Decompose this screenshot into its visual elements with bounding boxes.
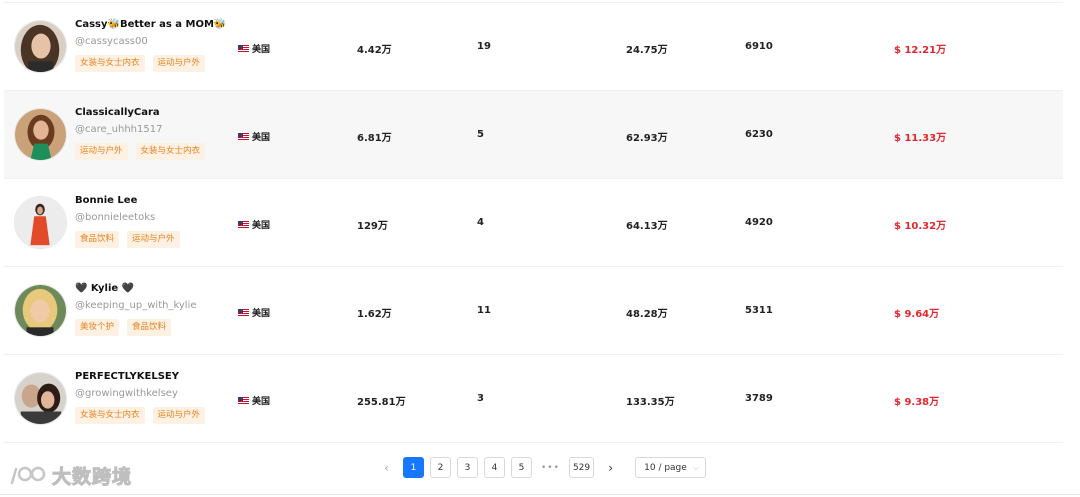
videos-value: 3 (477, 393, 484, 404)
page-size-select[interactable]: 10 / page ⌵ (635, 457, 706, 478)
country-cell: 美国 (238, 42, 270, 55)
prev-page-button[interactable]: ‹ (376, 457, 397, 478)
revenue-value: $ 9.38万 (894, 397, 940, 408)
sales-value: 6910 (745, 41, 773, 52)
watermark-text: 大数跨境 (51, 466, 133, 489)
influencer-table-page: Cassy🐝Better as a MOM🐝 @cassycass00 女装与女… (0, 0, 1080, 497)
category-tags: 女装与女士内衣 运动与户外 (75, 407, 206, 424)
influencer-handle: @bonnieleetoks (75, 212, 156, 223)
views-value: 133.35万 (626, 397, 675, 408)
category-tag: 运动与户外 (152, 55, 206, 72)
followers-value: 255.81万 (357, 397, 406, 408)
views-value: 62.93万 (626, 133, 668, 144)
views-value: 48.28万 (626, 309, 668, 320)
us-flag-icon (238, 133, 249, 140)
us-flag-icon (238, 221, 249, 228)
table-row[interactable]: ClassicallyCara @care_uhhh1517 运动与户外 女装与… (4, 91, 1063, 179)
revenue-value: $ 10.32万 (894, 221, 947, 232)
category-tag: 美妆个护 (75, 319, 120, 336)
page-button-4[interactable]: 4 (484, 457, 505, 478)
category-tag: 运动与户外 (152, 407, 206, 424)
videos-value: 4 (477, 217, 484, 228)
page-button-5[interactable]: 5 (511, 457, 532, 478)
table-row[interactable]: 🖤 Kylie 🖤 @keeping_up_with_kylie 美妆个护 食品… (4, 267, 1063, 355)
influencer-handle: @growingwithkelsey (75, 388, 178, 399)
influencer-handle: @keeping_up_with_kylie (75, 300, 197, 311)
followers-value: 1.62万 (357, 309, 392, 320)
influencer-table: Cassy🐝Better as a MOM🐝 @cassycass00 女装与女… (4, 2, 1063, 443)
us-flag-icon (238, 397, 249, 404)
country-label: 美国 (252, 221, 271, 231)
sales-value: 3789 (745, 393, 773, 404)
category-tag: 运动与户外 (75, 143, 128, 160)
sales-value: 5311 (745, 305, 773, 316)
watermark: 大数跨境 (8, 462, 132, 489)
revenue-value: $ 9.64万 (894, 309, 940, 320)
category-tag: 食品饮料 (75, 231, 120, 248)
influencer-handle: @cassycass00 (75, 36, 148, 47)
page-button-1[interactable]: 1 (403, 457, 424, 478)
category-tag: 食品饮料 (127, 319, 172, 336)
table-row[interactable]: PERFECTLYKELSEY @growingwithkelsey 女装与女士… (4, 355, 1063, 443)
category-tag: 运动与户外 (127, 231, 180, 248)
category-tags: 食品饮料 运动与户外 (75, 231, 180, 248)
next-page-button[interactable]: › (600, 457, 622, 478)
avatar[interactable] (14, 108, 67, 161)
country-label: 美国 (252, 397, 271, 407)
page-button-3[interactable]: 3 (457, 457, 478, 478)
divider (0, 494, 1080, 495)
us-flag-icon (238, 45, 249, 52)
category-tag: 女装与女士内衣 (75, 407, 145, 424)
followers-value: 129万 (357, 221, 388, 232)
table-row[interactable]: Bonnie Lee @bonnieleetoks 食品饮料 运动与户外 美国 … (4, 179, 1063, 267)
revenue-value: $ 12.21万 (894, 45, 947, 56)
influencer-handle: @care_uhhh1517 (75, 124, 163, 135)
page-size-label: 10 / page (644, 462, 687, 473)
country-label: 美国 (252, 45, 271, 55)
page-button-2[interactable]: 2 (430, 457, 451, 478)
chevron-down-icon: ⌵ (692, 462, 699, 472)
videos-value: 11 (477, 305, 491, 316)
country-label: 美国 (252, 133, 271, 143)
category-tags: 女装与女士内衣 运动与户外 (75, 55, 206, 72)
watermark-logo-icon (10, 466, 46, 484)
influencer-name[interactable]: ClassicallyCara (75, 107, 160, 118)
us-flag-icon (238, 309, 249, 316)
followers-value: 4.42万 (357, 45, 392, 56)
videos-value: 19 (477, 41, 491, 52)
views-value: 64.13万 (626, 221, 668, 232)
avatar[interactable] (14, 20, 67, 73)
avatar[interactable] (14, 284, 67, 337)
videos-value: 5 (477, 129, 484, 140)
influencer-name[interactable]: Bonnie Lee (75, 195, 137, 206)
page-button-last[interactable]: 529 (568, 457, 595, 478)
sales-value: 4920 (745, 217, 773, 228)
avatar[interactable] (14, 372, 67, 425)
pagination: ‹ 1 2 3 4 5 ••• 529 › 10 / page ⌵ (376, 457, 706, 478)
country-label: 美国 (252, 309, 271, 319)
page-ellipsis[interactable]: ••• (538, 457, 563, 478)
followers-value: 6.81万 (357, 133, 392, 144)
influencer-name[interactable]: PERFECTLYKELSEY (75, 371, 179, 382)
sales-value: 6230 (745, 129, 773, 140)
views-value: 24.75万 (626, 45, 668, 56)
country-cell: 美国 (238, 130, 270, 143)
country-cell: 美国 (238, 306, 270, 319)
country-cell: 美国 (238, 218, 270, 231)
category-tags: 运动与户外 女装与女士内衣 (75, 143, 206, 160)
table-row[interactable]: Cassy🐝Better as a MOM🐝 @cassycass00 女装与女… (4, 3, 1063, 91)
category-tag: 女装与女士内衣 (135, 143, 206, 160)
influencer-name[interactable]: 🖤 Kylie 🖤 (75, 283, 134, 294)
category-tags: 美妆个护 食品饮料 (75, 319, 172, 336)
category-tag: 女装与女士内衣 (75, 55, 145, 72)
country-cell: 美国 (238, 394, 270, 407)
avatar[interactable] (14, 196, 67, 249)
revenue-value: $ 11.33万 (894, 133, 947, 144)
influencer-name[interactable]: Cassy🐝Better as a MOM🐝 (75, 19, 226, 30)
